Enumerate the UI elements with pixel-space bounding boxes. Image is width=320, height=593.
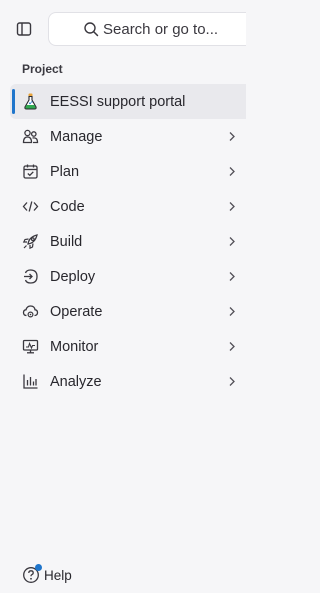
- chevron-right-icon: [229, 132, 235, 141]
- sidebar-item-code[interactable]: Code: [10, 189, 246, 224]
- help-label: Help: [44, 567, 72, 583]
- notification-dot: [35, 564, 42, 571]
- section-label-project: Project: [22, 62, 63, 76]
- sidebar-item-monitor[interactable]: Monitor: [10, 329, 246, 364]
- chevron-right-icon: [229, 202, 235, 211]
- search-label: Search or go to...: [103, 20, 219, 38]
- sidebar-toggle-icon: [16, 22, 32, 36]
- help-icon: [22, 564, 42, 584]
- monitor-icon: [22, 339, 39, 354]
- users-icon: [22, 129, 39, 144]
- rocket-icon: [22, 234, 38, 250]
- search-input[interactable]: Search or go to...: [48, 12, 246, 46]
- chevron-right-icon: [229, 307, 235, 316]
- sidebar-item-label: Plan: [50, 163, 80, 180]
- sidebar-item-label: Deploy: [50, 268, 96, 285]
- sidebar-item-deploy[interactable]: Deploy: [10, 259, 246, 294]
- chevron-right-icon: [229, 237, 235, 246]
- project-avatar-icon: [24, 93, 37, 110]
- sidebar-item-plan[interactable]: Plan: [10, 154, 246, 189]
- sidebar-item-analyze[interactable]: Analyze: [10, 364, 246, 399]
- top-bar: Search or go to...: [0, 0, 246, 52]
- chevron-right-icon: [229, 272, 235, 281]
- chart-icon: [23, 374, 38, 389]
- help-button[interactable]: Help: [22, 564, 72, 584]
- sidebar-item-label: Code: [50, 198, 85, 215]
- search-icon: [84, 22, 99, 37]
- cloud-gear-icon: [22, 305, 39, 318]
- chevron-right-icon: [229, 377, 235, 386]
- sidebar-item-manage[interactable]: Manage: [10, 119, 246, 154]
- code-icon: [22, 201, 39, 212]
- sidebar-item-label: Monitor: [50, 338, 99, 355]
- sidebar-item-label: Manage: [50, 128, 103, 145]
- calendar-check-icon: [23, 164, 38, 179]
- sidebar-item-label: EESSI support portal: [50, 93, 186, 110]
- sidebar-item-label: Operate: [50, 303, 103, 320]
- sidebar-item-label: Analyze: [50, 373, 102, 390]
- sidebar-item-build[interactable]: Build: [10, 224, 246, 259]
- sidebar-nav: EESSI support portal Manage Plan Code Bu…: [0, 84, 246, 399]
- chevron-right-icon: [229, 167, 235, 176]
- sidebar-toggle-button[interactable]: [10, 15, 38, 43]
- sidebar-item-eessi-support-portal[interactable]: EESSI support portal: [10, 84, 246, 119]
- sidebar-item-operate[interactable]: Operate: [10, 294, 246, 329]
- sidebar-item-label: Build: [50, 233, 83, 250]
- deploy-icon: [24, 269, 38, 284]
- chevron-right-icon: [229, 342, 235, 351]
